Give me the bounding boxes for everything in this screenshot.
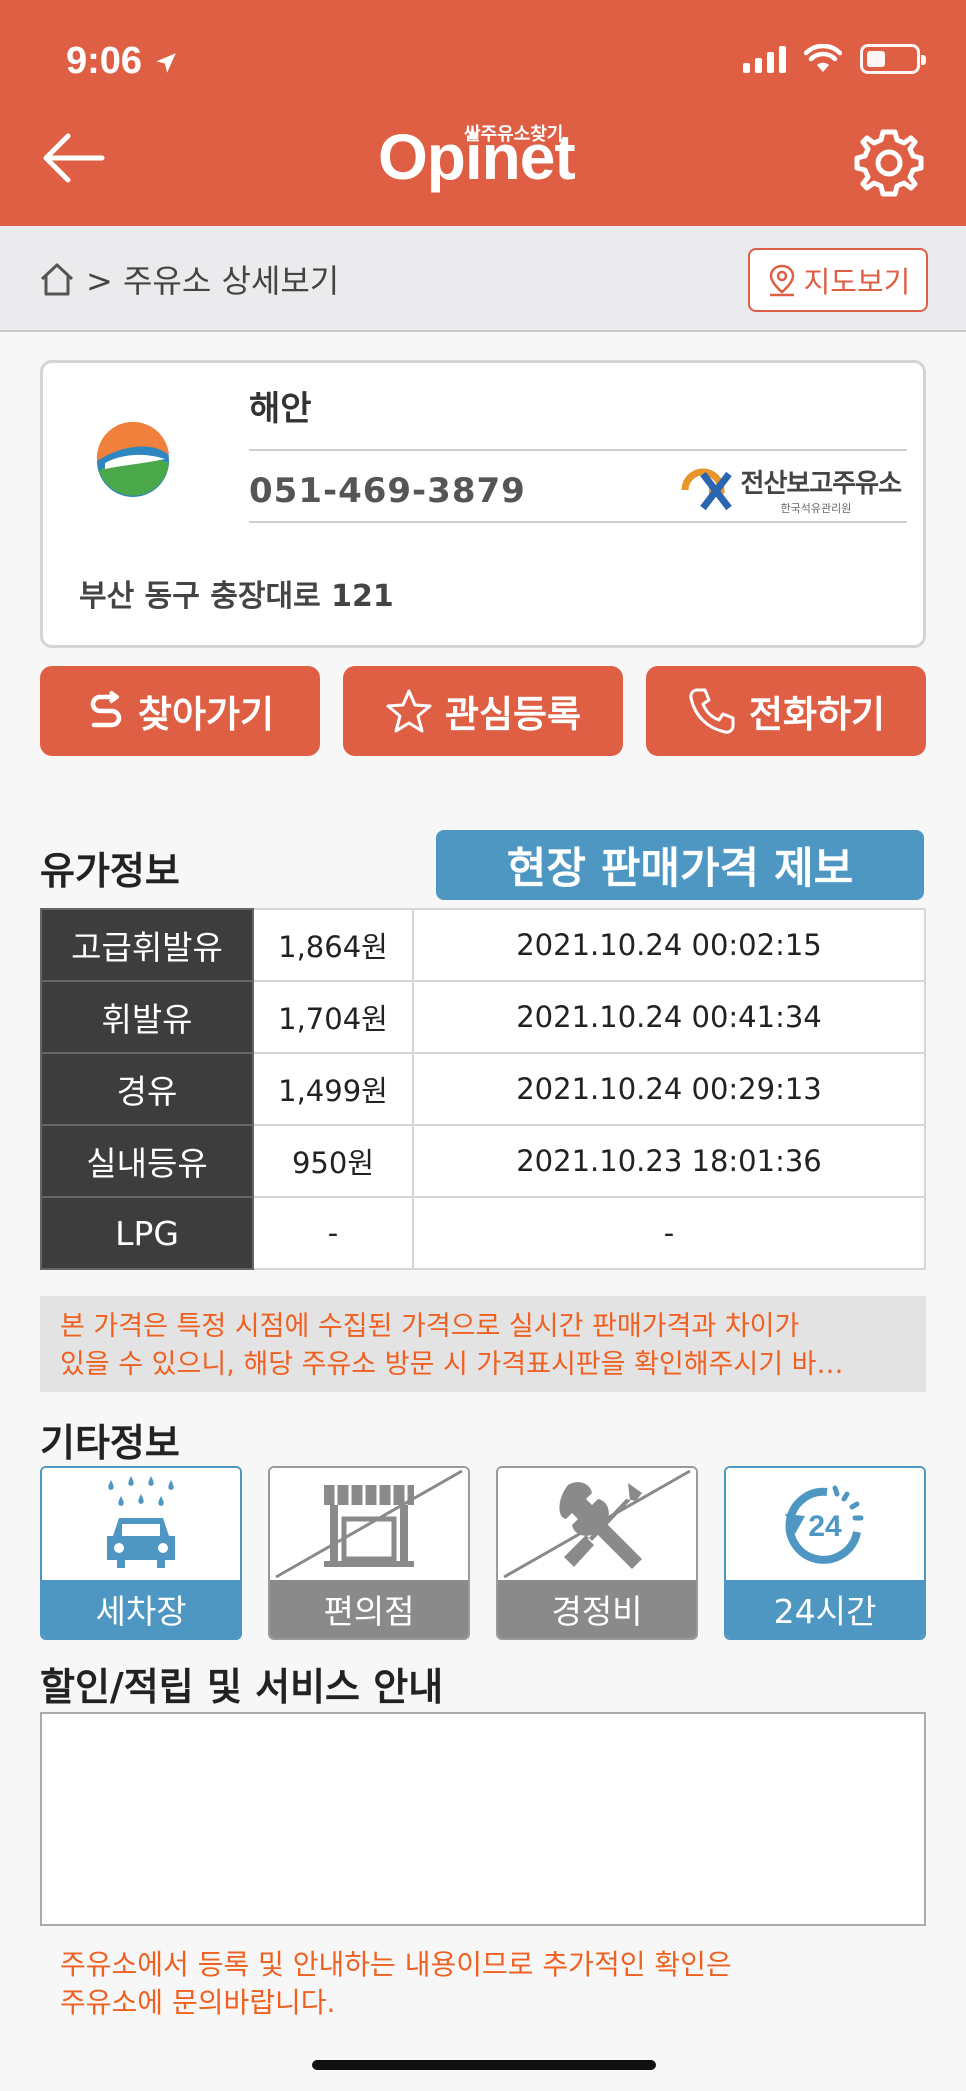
breadcrumb-bar: > 주유소 상세보기 지도보기: [0, 226, 966, 332]
back-arrow-icon: [43, 133, 105, 183]
map-view-button[interactable]: 지도보기: [748, 248, 928, 312]
map-view-label: 지도보기: [803, 265, 911, 299]
table-row: LPG - -: [40, 1196, 926, 1270]
station-address: 부산 동구 충장대로 121: [79, 579, 394, 614]
station-phone[interactable]: 051-469-3879: [249, 471, 526, 511]
cert-title: 전산보고주유소: [740, 469, 902, 499]
status-time-text: 9:06: [66, 40, 143, 82]
table-row: 휘발유 1,704원 2021.10.24 00:41:34: [40, 980, 926, 1054]
certified-station-badge: 전산보고주유소 한국석유관리원: [681, 463, 902, 516]
opinet-logo: Opinet 싼주유소찾기: [378, 112, 598, 208]
price-updated: 2021.10.24 00:02:15: [412, 908, 926, 982]
facility-label: 경정비: [498, 1580, 696, 1638]
navigate-button[interactable]: 찾아가기: [40, 666, 320, 756]
fuel-name: 경유: [40, 1052, 254, 1126]
price-section-title: 유가정보: [40, 849, 180, 893]
facility-label: 세차장: [42, 1580, 240, 1638]
fuel-price: 1,499원: [252, 1052, 414, 1126]
service-section-title: 할인/적립 및 서비스 안내: [40, 1665, 444, 1709]
map-pin-icon: [769, 264, 794, 297]
service-note: 주유소에서 등록 및 안내하는 내용이므로 추가적인 확인은 주유소에 문의바랍…: [60, 1946, 732, 2022]
price-updated: 2021.10.23 18:01:36: [412, 1124, 926, 1198]
notice-line: 있을 수 있으니, 해당 주유소 방문 시 가격표시판을 확인해주시기 바…: [60, 1349, 844, 1380]
call-label: 전화하기: [748, 693, 886, 736]
app-header: 9:06 Opinet 싼주유소찾기: [0, 0, 966, 226]
fuel-price: 1,864원: [252, 908, 414, 982]
settings-button[interactable]: [852, 126, 926, 200]
convenience-store-icon: [275, 1469, 463, 1579]
navigate-label: 찾아가기: [137, 693, 275, 736]
station-card: 해안 051-469-3879 전산보고주유소 한국석유관리원 부산 동구 충장…: [40, 360, 926, 648]
gear-icon: [854, 129, 924, 197]
back-button[interactable]: [38, 128, 108, 188]
facility-label: 24시간: [726, 1580, 924, 1638]
fuel-price: 1,704원: [252, 980, 414, 1054]
price-updated: 2021.10.24 00:29:13: [412, 1052, 926, 1126]
breadcrumb: > 주유소 상세보기: [38, 256, 339, 302]
note-line: 주유소에서 등록 및 안내하는 내용이므로 추가적인 확인은: [60, 1948, 732, 1981]
knoc-logo-icon: [681, 468, 732, 510]
logo-sub-text: 싼주유소찾기: [464, 124, 564, 145]
report-price-button[interactable]: 현장 판매가격 제보: [436, 830, 924, 900]
battery-icon: [860, 44, 926, 74]
station-name: 해안: [249, 389, 312, 429]
cert-subtitle: 한국석유관리원: [780, 502, 852, 515]
status-icons: [743, 44, 926, 74]
price-table: 고급휘발유 1,864원 2021.10.24 00:02:15 휘발유 1,7…: [40, 908, 926, 1270]
divider: [249, 521, 907, 523]
wifi-icon: [804, 44, 842, 72]
route-icon: [90, 691, 122, 728]
phone-icon: [689, 688, 735, 734]
clock-24-icon: 24: [785, 1485, 864, 1564]
favorite-label: 관심등록: [444, 693, 582, 736]
facility-label: 편의점: [270, 1580, 468, 1638]
home-indicator[interactable]: [312, 2060, 656, 2070]
fuel-name: 실내등유: [40, 1124, 254, 1198]
price-notice: 본 가격은 특정 시점에 수집된 가격으로 실시간 판매가격과 차이가 있을 수…: [40, 1296, 926, 1392]
facility-list: 세차장 편의점 경정비 24 24시간: [40, 1466, 926, 1640]
fuel-name: 휘발유: [40, 980, 254, 1054]
report-price-label: 현장 판매가격 제보: [506, 844, 854, 894]
service-content-box: [40, 1712, 926, 1926]
call-button[interactable]: 전화하기: [646, 666, 926, 756]
home-icon[interactable]: [38, 260, 76, 298]
cellular-signal-icon: [743, 45, 786, 73]
price-updated: -: [412, 1196, 926, 1270]
breadcrumb-text: > 주유소 상세보기: [86, 262, 340, 300]
favorite-button[interactable]: 관심등록: [343, 666, 623, 756]
facility-car-wash: 세차장: [40, 1466, 242, 1640]
table-row: 경유 1,499원 2021.10.24 00:29:13: [40, 1052, 926, 1126]
star-icon: [386, 689, 432, 733]
car-wash-icon: [107, 1476, 175, 1568]
table-row: 실내등유 950원 2021.10.23 18:01:36: [40, 1124, 926, 1198]
facility-24-hours: 24 24시간: [724, 1466, 926, 1640]
fuel-name: LPG: [40, 1196, 254, 1270]
status-time: 9:06: [66, 40, 179, 83]
other-info-title: 기타정보: [40, 1421, 180, 1465]
brand-logo-icon: [96, 421, 169, 497]
facility-maintenance: 경정비: [496, 1466, 698, 1640]
facility-convenience-store: 편의점: [268, 1466, 470, 1640]
action-buttons: 찾아가기 관심등록 전화하기: [40, 666, 926, 758]
fuel-name: 고급휘발유: [40, 908, 254, 982]
divider: [249, 449, 907, 451]
location-arrow-icon: [155, 53, 176, 73]
svg-text:24: 24: [808, 1510, 842, 1543]
table-row: 고급휘발유 1,864원 2021.10.24 00:02:15: [40, 908, 926, 982]
fuel-price: 950원: [252, 1124, 414, 1198]
wrench-screwdriver-icon: [503, 1469, 691, 1579]
note-line: 주유소에 문의바랍니다.: [60, 1986, 336, 2019]
price-updated: 2021.10.24 00:41:34: [412, 980, 926, 1054]
fuel-price: -: [252, 1196, 414, 1270]
notice-line: 본 가격은 특정 시점에 수집된 가격으로 실시간 판매가격과 차이가: [60, 1311, 800, 1342]
